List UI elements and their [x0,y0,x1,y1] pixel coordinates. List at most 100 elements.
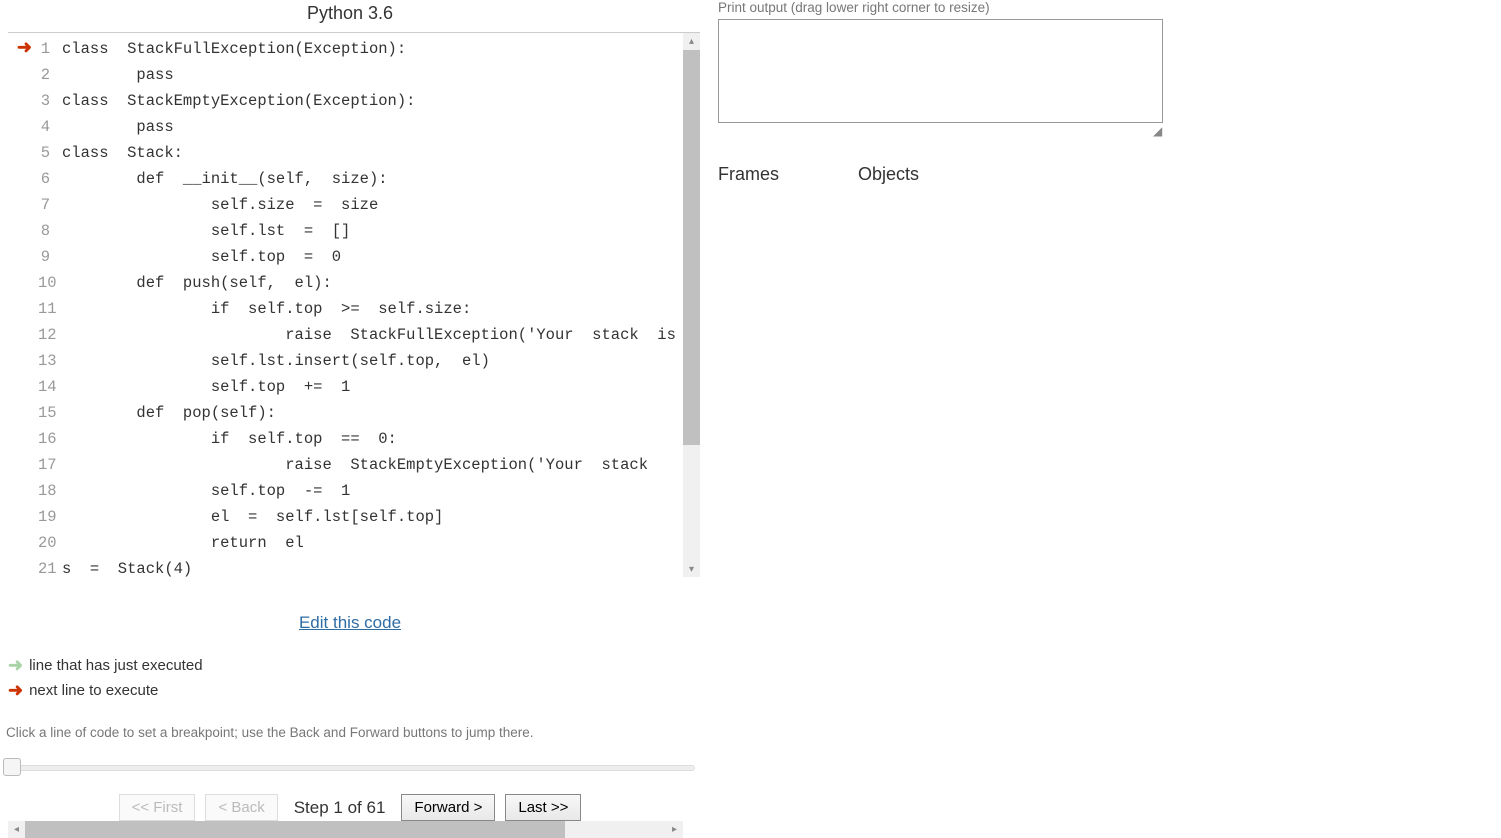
code-text: if self.top >= self.size: [62,296,471,322]
code-line[interactable]: 7 self.size = size [8,192,700,218]
code-line[interactable]: 4 pass [8,114,700,140]
code-text: self.top = 0 [62,244,341,270]
scroll-down-icon[interactable]: ▾ [683,561,700,577]
line-number: 20 [38,530,62,556]
line-number: 15 [38,400,62,426]
code-text: def pop(self): [62,400,276,426]
code-area: ➜1class StackFullException(Exception):2 … [8,32,700,577]
scroll-right-icon[interactable]: ▸ [666,821,683,838]
language-title: Python 3.6 [0,3,700,24]
step-slider[interactable] [3,758,695,776]
code-text: self.top -= 1 [62,478,350,504]
line-number: 21 [38,556,62,577]
scroll-up-icon[interactable]: ▴ [683,33,700,50]
code-line[interactable]: 13 self.lst.insert(self.top, el) [8,348,700,374]
line-number: 3 [38,88,62,114]
line-number: 9 [38,244,62,270]
code-text: pass [62,114,174,140]
code-line[interactable]: 17 raise StackEmptyException('Your stack [8,452,700,478]
code-line[interactable]: 14 self.top += 1 [8,374,700,400]
forward-button[interactable]: Forward > [401,794,495,821]
right-panel: Print output (drag lower right corner to… [700,0,1200,821]
output-label: Print output (drag lower right corner to… [718,0,1200,15]
scroll-left-icon[interactable]: ◂ [8,821,25,838]
line-number: 13 [38,348,62,374]
code-text: raise StackFullException('Your stack is [62,322,676,348]
back-button[interactable]: < Back [205,794,277,821]
code-line[interactable]: 5class Stack: [8,140,700,166]
code-line[interactable]: 9 self.top = 0 [8,244,700,270]
line-number: 14 [38,374,62,400]
line-number: 5 [38,140,62,166]
line-number: 12 [38,322,62,348]
first-button[interactable]: << First [119,794,196,821]
code-line[interactable]: 20 return el [8,530,700,556]
code-text: class Stack: [62,140,183,166]
code-line[interactable]: 21s = Stack(4) [8,556,700,577]
line-number: 7 [38,192,62,218]
vertical-scrollbar[interactable]: ▴ ▾ [683,33,700,577]
code-line[interactable]: 18 self.top -= 1 [8,478,700,504]
code-line[interactable]: 2 pass [8,62,700,88]
left-panel: Python 3.6 ➜1class StackFullException(Ex… [0,0,700,821]
line-number: 1 [38,36,62,62]
step-controls: << First < Back Step 1 of 61 Forward > L… [0,794,700,821]
line-number: 8 [38,218,62,244]
code-text: class StackEmptyException(Exception): [62,88,415,114]
line-number: 2 [38,62,62,88]
code-text: def __init__(self, size): [62,166,388,192]
next-arrow-icon: ➜ [8,680,23,701]
code-line[interactable]: ➜1class StackFullException(Exception): [8,36,700,62]
code-text: self.top += 1 [62,374,350,400]
legend: ➜ line that has just executed ➜ next lin… [8,655,700,701]
code-line[interactable]: 3class StackEmptyException(Exception): [8,88,700,114]
horizontal-scrollbar[interactable]: ◂ ▸ [8,821,683,838]
code-line[interactable]: 8 self.lst = [] [8,218,700,244]
code-text: def push(self, el): [62,270,332,296]
code-text: el = self.lst[self.top] [62,504,443,530]
code-text: return el [62,530,304,556]
frames-heading: Frames [718,164,858,185]
line-number: 4 [38,114,62,140]
code-line[interactable]: 19 el = self.lst[self.top] [8,504,700,530]
edit-link-container: Edit this code [0,613,700,633]
code-line[interactable]: 10 def push(self, el): [8,270,700,296]
legend-next-text: next line to execute [29,682,158,699]
output-box[interactable] [718,19,1163,123]
breakpoint-hint: Click a line of code to set a breakpoint… [6,725,700,740]
code-text: class StackFullException(Exception): [62,36,406,62]
objects-heading: Objects [858,164,919,185]
line-number: 10 [38,270,62,296]
arrow-column: ➜ [8,36,38,62]
last-button[interactable]: Last >> [505,794,581,821]
horizontal-scroll-thumb[interactable] [25,821,565,838]
line-number: 16 [38,426,62,452]
code-lines[interactable]: ➜1class StackFullException(Exception):2 … [8,33,700,577]
legend-executed-text: line that has just executed [29,657,202,674]
step-label: Step 1 of 61 [294,798,386,818]
slider-thumb[interactable] [3,758,21,776]
code-text: if self.top == 0: [62,426,397,452]
line-number: 11 [38,296,62,322]
current-line-arrow-icon: ➜ [17,36,32,62]
code-text: self.lst = [] [62,218,350,244]
line-number: 17 [38,452,62,478]
code-text: pass [62,62,174,88]
code-text: self.lst.insert(self.top, el) [62,348,490,374]
code-line[interactable]: 11 if self.top >= self.size: [8,296,700,322]
code-line[interactable]: 12 raise StackFullException('Your stack … [8,322,700,348]
code-line[interactable]: 16 if self.top == 0: [8,426,700,452]
code-text: raise StackEmptyException('Your stack [62,452,667,478]
executed-arrow-icon: ➜ [8,655,23,676]
slider-track[interactable] [3,765,695,771]
code-text: s = Stack(4) [62,556,192,577]
vertical-scroll-thumb[interactable] [683,50,700,445]
resize-handle-icon[interactable]: ◢ [1153,124,1200,138]
line-number: 6 [38,166,62,192]
line-number: 19 [38,504,62,530]
code-text: self.size = size [62,192,378,218]
code-line[interactable]: 15 def pop(self): [8,400,700,426]
code-line[interactable]: 6 def __init__(self, size): [8,166,700,192]
line-number: 18 [38,478,62,504]
edit-code-link[interactable]: Edit this code [299,613,401,632]
